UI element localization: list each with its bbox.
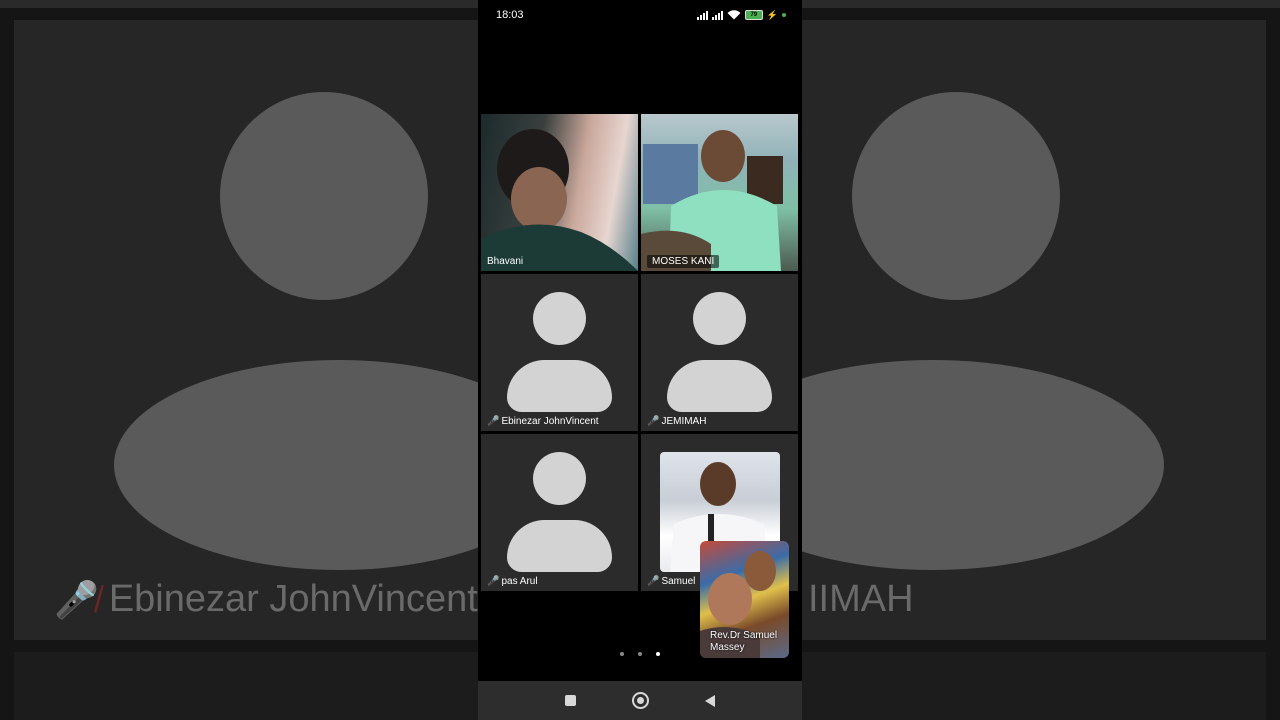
participant-name: 🎤 JEMIMAH: [647, 416, 707, 427]
home-icon[interactable]: [632, 692, 649, 709]
self-view-pip[interactable]: Rev.Dr Samuel Massey: [700, 541, 789, 658]
background-tile-left: [14, 20, 564, 640]
background-tile-right: [702, 20, 1266, 640]
participant-name: Bhavani: [487, 256, 524, 267]
participant-tile-pas-arul[interactable]: 🎤 pas Arul: [481, 434, 638, 591]
wifi-icon: [727, 10, 741, 20]
participant-video: [481, 129, 638, 271]
phone-screen: 18:03 79 ⚡ Bhavani MOSES KANI 🎤 Ebinezar…: [478, 0, 802, 720]
participant-tile-jemimah[interactable]: 🎤 JEMIMAH: [641, 274, 798, 431]
participant-name: MOSES KANI: [647, 255, 720, 268]
page-dot[interactable]: [638, 652, 642, 656]
status-time: 18:03: [496, 9, 524, 21]
avatar-head: [533, 452, 586, 505]
status-icons: 79 ⚡: [696, 9, 786, 21]
participant-tile-ebinezar[interactable]: 🎤 Ebinezar JohnVincent: [481, 274, 638, 431]
background-name-right: IIMAH: [808, 578, 914, 620]
page-dot-active[interactable]: [656, 652, 660, 656]
page-dot[interactable]: [620, 652, 624, 656]
battery-icon: 79: [744, 10, 763, 20]
back-icon[interactable]: [705, 694, 715, 707]
participant-name: 🎤 Ebinezar JohnVincent: [487, 416, 599, 427]
mic-off-icon: 🎤: [487, 416, 500, 427]
participant-name: 🎤 pas Arul: [487, 576, 538, 587]
avatar-head: [693, 292, 746, 345]
page-indicator[interactable]: [620, 652, 660, 656]
avatar-head: [533, 292, 586, 345]
background-avatar-head: [852, 92, 1060, 300]
signal-icon: [696, 10, 708, 20]
navigation-bar: [478, 681, 802, 720]
background-avatar-head: [220, 92, 428, 300]
mic-off-icon: 🎤: [647, 416, 660, 427]
participant-tile-moses-kani[interactable]: MOSES KANI: [641, 114, 798, 271]
mic-off-icon: 🎤: [487, 576, 500, 587]
participant-name: 🎤 Samuel: [647, 576, 696, 587]
notification-dot-icon: [782, 13, 786, 17]
charging-icon: ⚡: [766, 9, 778, 20]
background-name-left: 🎤̸ Ebinezar JohnVincent: [54, 578, 478, 620]
status-bar: 18:03 79 ⚡: [478, 0, 802, 30]
avatar-body: [507, 520, 612, 572]
avatar-body: [667, 360, 772, 412]
recents-icon[interactable]: [565, 695, 576, 706]
participant-video: [641, 130, 783, 271]
signal-icon: [711, 10, 723, 20]
self-view-name: Rev.Dr Samuel Massey: [710, 630, 778, 653]
mic-off-icon: 🎤̸: [54, 578, 99, 620]
participant-tile-bhavani[interactable]: Bhavani: [481, 114, 638, 271]
mic-off-icon: 🎤: [647, 576, 660, 587]
avatar-body: [507, 360, 612, 412]
